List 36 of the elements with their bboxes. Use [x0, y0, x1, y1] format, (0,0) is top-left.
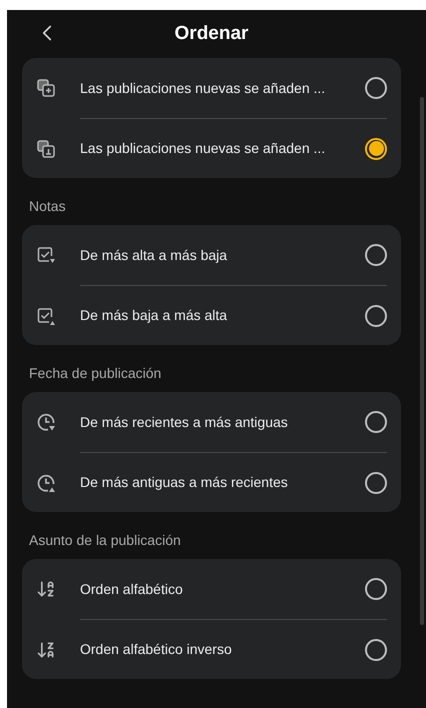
sort-option[interactable]: Las publicaciones nuevas se añaden ...	[80, 118, 387, 178]
option-label: De más alta a más baja	[80, 246, 228, 265]
page-title: Ordenar	[174, 22, 248, 46]
radio-button[interactable]	[365, 304, 387, 326]
option-label: Las publicaciones nuevas se añaden ...	[80, 78, 326, 98]
checkbox-up-icon	[36, 306, 56, 326]
sort-option[interactable]: De más alta a más baja	[36, 225, 387, 285]
radio-button[interactable]	[365, 472, 387, 494]
stack-arrow-icon	[36, 138, 56, 158]
radio-button[interactable]	[365, 244, 387, 266]
clock-up-icon	[36, 472, 56, 492]
sort-option[interactable]: Las publicaciones nuevas se añaden ...	[36, 58, 387, 118]
radio-button[interactable]	[365, 411, 387, 433]
sort-option[interactable]: De más antiguas a más recientes	[80, 452, 387, 512]
option-label: De más recientes a más antiguas	[80, 412, 289, 432]
radio-button[interactable]	[365, 138, 387, 160]
sort-az-icon	[36, 579, 56, 599]
section-label: Asunto de la publicación	[29, 531, 182, 550]
sort-option[interactable]: Orden alfabético inverso	[80, 619, 387, 679]
stack-plus-icon	[36, 78, 56, 98]
option-label: De más baja a más alta	[80, 306, 228, 325]
sort-option[interactable]: De más baja a más alta	[80, 285, 387, 345]
section-label: Notas	[29, 197, 67, 216]
radio-button[interactable]	[365, 638, 387, 660]
sort-option[interactable]: De más recientes a más antiguas	[36, 392, 387, 452]
option-label: Las publicaciones nuevas se añaden ...	[80, 139, 326, 158]
sort-za-icon	[36, 640, 56, 660]
radio-button[interactable]	[365, 578, 387, 600]
clock-down-icon	[36, 412, 56, 432]
option-label: De más antiguas a más recientes	[80, 473, 289, 492]
option-label: Orden alfabético	[80, 580, 184, 598]
option-label: Orden alfabético inverso	[80, 640, 233, 659]
sort-option[interactable]: Orden alfabético	[36, 559, 387, 619]
checkbox-down-icon	[36, 245, 56, 265]
section-label: Fecha de publicación	[29, 364, 162, 383]
radio-button[interactable]	[365, 77, 387, 99]
